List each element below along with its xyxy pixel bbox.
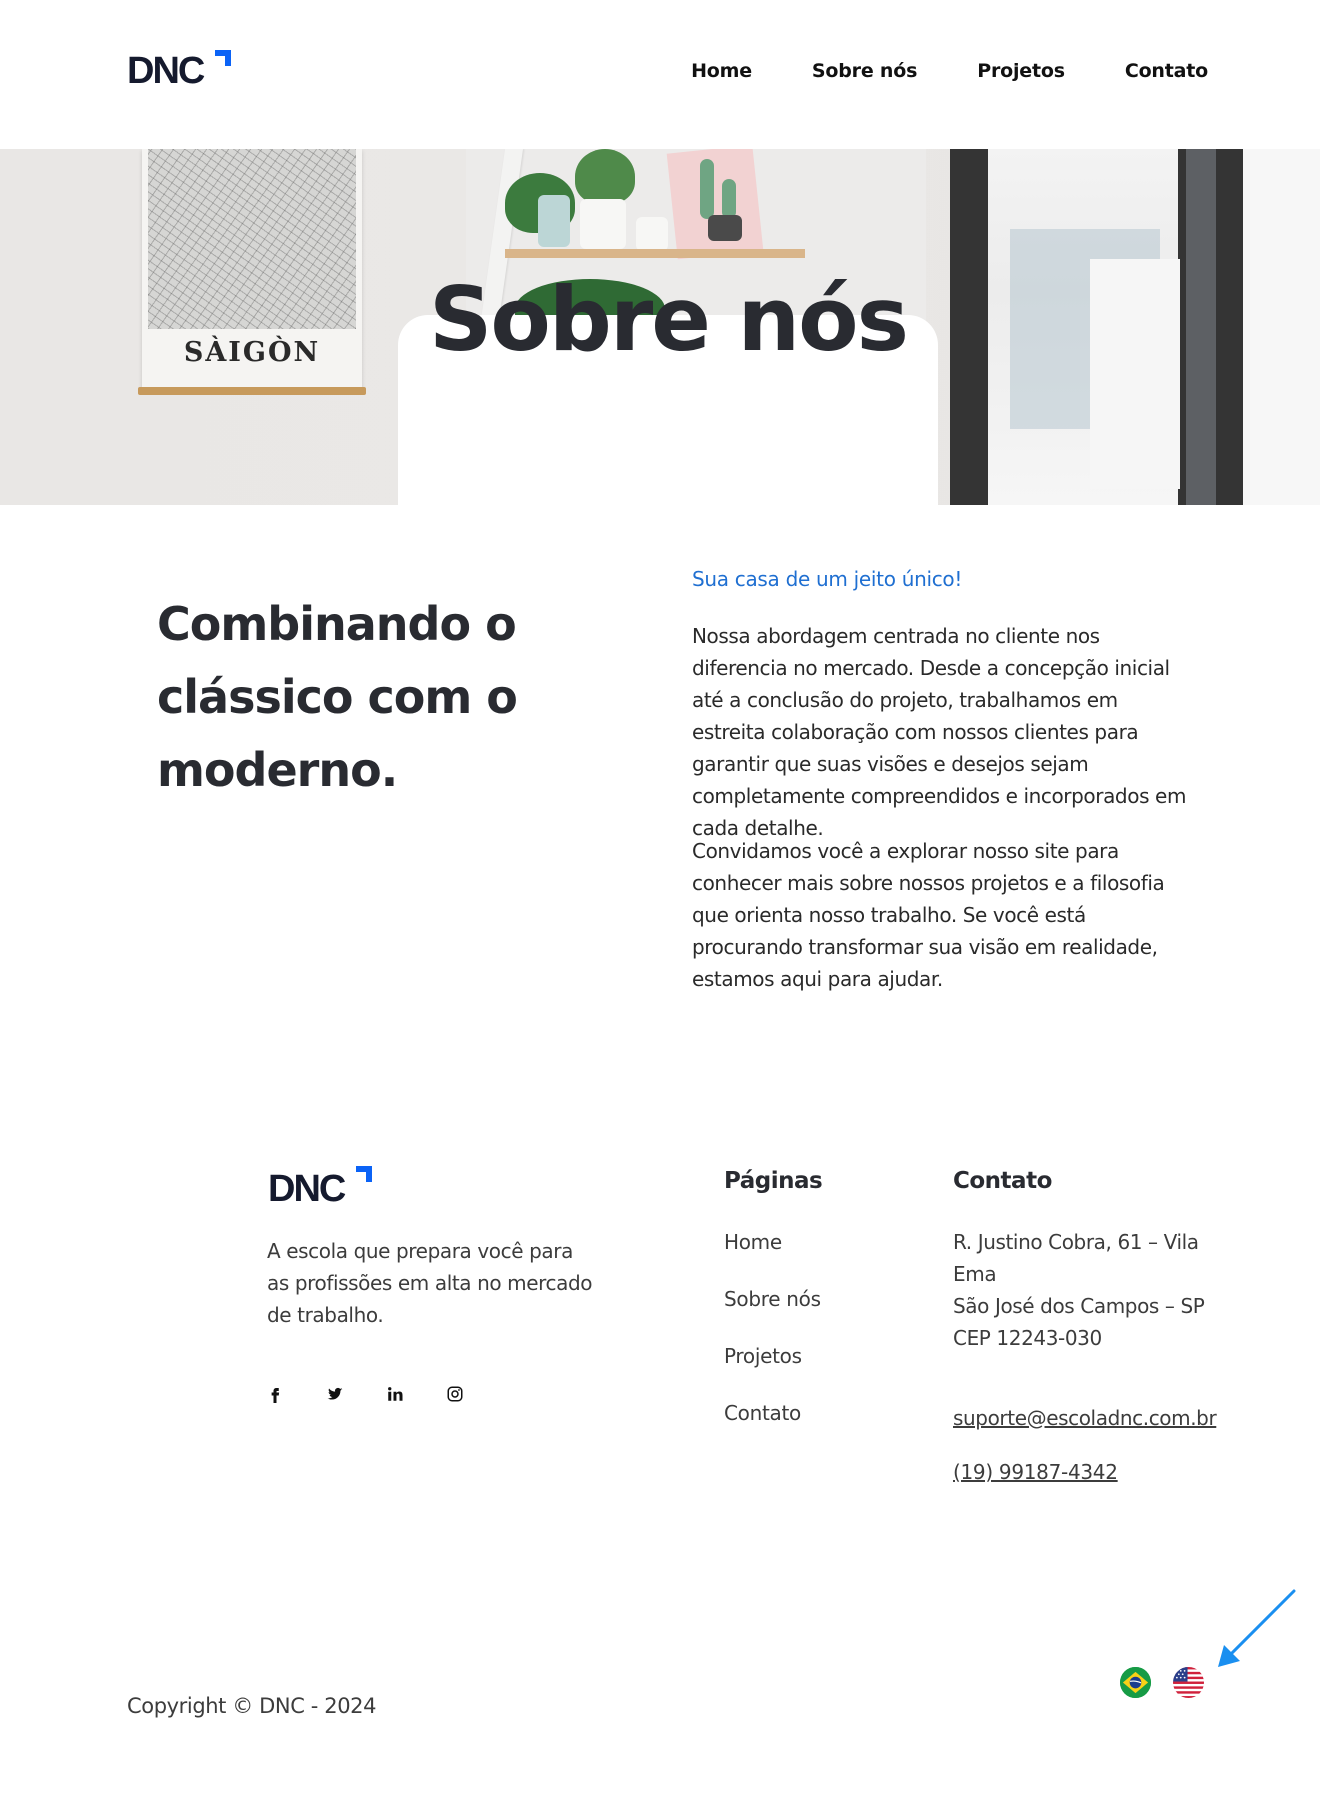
nav-projetos[interactable]: Projetos — [977, 60, 1065, 82]
saigon-poster: SÀIGÒN — [138, 149, 366, 395]
brazil-flag-icon[interactable] — [1120, 1667, 1151, 1698]
address-line-2: São José dos Campos – SP — [953, 1294, 1205, 1318]
white-pot — [580, 199, 626, 249]
footer-link-home[interactable]: Home — [724, 1226, 824, 1258]
facebook-icon[interactable] — [266, 1382, 326, 1406]
nav-sobre-nos[interactable]: Sobre nós — [812, 60, 918, 82]
glass-vase — [538, 195, 570, 247]
pages-title: Páginas — [724, 1168, 823, 1194]
instagram-icon[interactable] — [446, 1382, 506, 1406]
contact-email[interactable]: suporte@escoladnc.com.br — [953, 1406, 1217, 1430]
footer-dnc-logo[interactable]: DNC — [268, 1166, 372, 1208]
cactus-card — [666, 149, 764, 260]
contact-phone[interactable]: (19) 99187-4342 — [953, 1460, 1118, 1484]
main-nav: Home Sobre nós Projetos Contato — [691, 60, 1208, 82]
page-title: Sobre nós — [428, 268, 909, 371]
cactus-pot — [708, 215, 742, 241]
contact-title: Contato — [953, 1168, 1052, 1194]
annotation-arrow-icon — [1218, 1589, 1296, 1667]
wooden-shelf — [505, 249, 805, 258]
poster-map — [148, 149, 356, 329]
about-paragraph-2: Convidamos você a explorar nosso site pa… — [692, 839, 1165, 991]
address-line-3: CEP 12243-030 — [953, 1326, 1102, 1350]
poster-rod — [138, 387, 366, 395]
dnc-logo[interactable]: DNC — [127, 50, 231, 90]
footer-link-sobre-nos[interactable]: Sobre nós — [724, 1283, 824, 1315]
plant-leaves — [575, 149, 635, 204]
about-tagline: Sua casa de um jeito único! — [692, 567, 963, 591]
cactus-decor — [722, 179, 736, 219]
logo-corner-mark — [354, 1166, 372, 1184]
about-heading: Combinando o clássico com o moderno. — [157, 597, 518, 797]
about-paragraph-1: Nossa abordagem centrada no cliente nos … — [692, 624, 1187, 840]
usa-flag-icon[interactable] — [1173, 1667, 1204, 1698]
address-line-1: R. Justino Cobra, 61 – Vila Ema — [953, 1230, 1199, 1286]
window-glass — [1243, 149, 1320, 505]
site-header: DNC Home Sobre nós Projetos Contato — [0, 0, 1320, 149]
outside-building — [1090, 259, 1180, 489]
candle-jar — [636, 217, 668, 251]
twitter-icon[interactable] — [326, 1382, 386, 1406]
social-links — [266, 1382, 506, 1406]
footer-link-projetos[interactable]: Projetos — [724, 1340, 824, 1372]
copyright-text: Copyright © DNC - 2024 — [127, 1694, 377, 1718]
footer-description: A escola que prepara você para as profis… — [267, 1239, 593, 1327]
nav-contato[interactable]: Contato — [1125, 60, 1208, 82]
contact-address: R. Justino Cobra, 61 – Vila Ema São José… — [953, 1226, 1223, 1354]
linkedin-icon[interactable] — [386, 1382, 446, 1406]
footer-link-contato[interactable]: Contato — [724, 1397, 824, 1429]
footer-pages-list: Home Sobre nós Projetos Contato — [724, 1226, 824, 1454]
cactus-decor — [700, 159, 714, 219]
poster-city-text: SÀIGÒN — [183, 337, 321, 368]
logo-corner-mark — [213, 50, 231, 68]
nav-home[interactable]: Home — [691, 60, 752, 82]
window-post — [1186, 149, 1216, 505]
